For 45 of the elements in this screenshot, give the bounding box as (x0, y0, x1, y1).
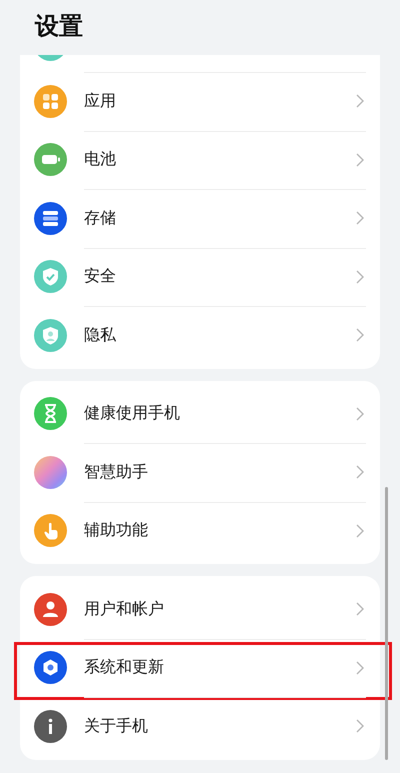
settings-item[interactable]: 隐私 (20, 306, 380, 364)
chevron-icon (356, 328, 364, 342)
chevron-icon (356, 465, 364, 480)
item-label: 电池 (84, 149, 117, 170)
shield-check-icon (34, 260, 67, 294)
settings-item[interactable]: 健康使用手机 (20, 384, 380, 443)
item-label: 隐私 (84, 324, 117, 346)
chevron-icon (356, 94, 364, 108)
item-label: 用户和帐户 (84, 598, 165, 620)
settings-item[interactable]: 智慧助手 (20, 443, 380, 502)
chevron-icon (356, 602, 364, 616)
hourglass-icon (34, 397, 67, 430)
item-label: 辅助功能 (84, 520, 149, 542)
chevron-icon (356, 406, 364, 421)
item-label: 健康使用手机 (84, 403, 181, 424)
settings-item[interactable]: 关于手机 (20, 697, 380, 756)
person-icon (34, 592, 67, 626)
settings-item[interactable]: 应用 (20, 72, 380, 130)
apps-icon (34, 84, 67, 118)
shield-person-icon (34, 318, 67, 352)
settings-item[interactable]: 系统和更新 (20, 638, 380, 697)
chevron-icon (356, 152, 364, 167)
hand-icon (34, 514, 67, 548)
settings-item[interactable]: 用户和帐户 (20, 580, 380, 638)
gradient-orb-icon (34, 456, 67, 489)
item-label: 应用 (84, 90, 117, 112)
battery-icon (34, 143, 67, 176)
item-label: 智慧助手 (84, 462, 149, 483)
chevron-icon (356, 719, 364, 734)
info-icon (34, 710, 67, 743)
storage-icon (34, 202, 67, 235)
chevron-icon (356, 660, 364, 675)
gear-icon (34, 651, 67, 684)
item-label: 系统和更新 (84, 657, 165, 678)
settings-item[interactable]: 存储 (20, 189, 380, 248)
chevron-icon (356, 524, 364, 538)
chevron-icon (356, 270, 364, 284)
page-title: 设置 (34, 11, 84, 42)
settings-item[interactable]: 电池 (20, 130, 380, 189)
item-label: 存储 (84, 208, 117, 229)
chevron-icon (356, 211, 364, 226)
settings-item[interactable]: 辅助功能 (20, 502, 380, 560)
settings-item[interactable]: 安全 (20, 248, 380, 306)
item-label: 关于手机 (84, 716, 149, 737)
item-label: 安全 (84, 266, 117, 288)
